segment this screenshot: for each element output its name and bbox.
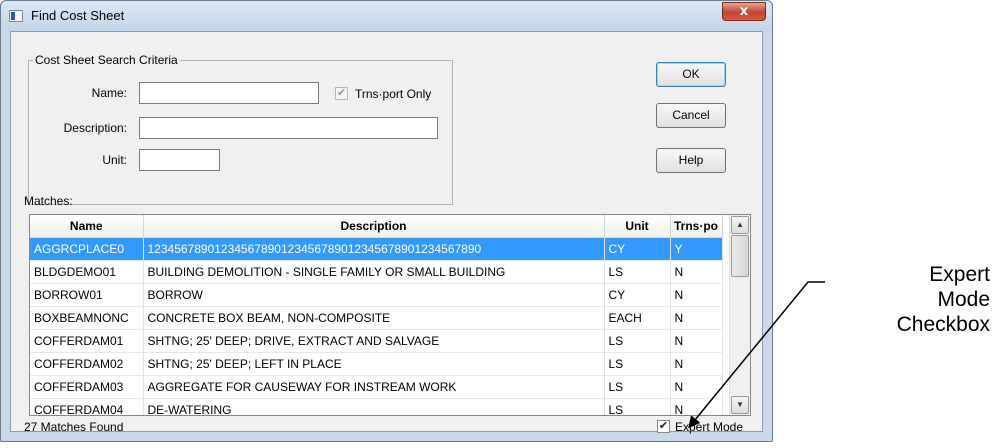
callout-arrow [688,281,825,429]
